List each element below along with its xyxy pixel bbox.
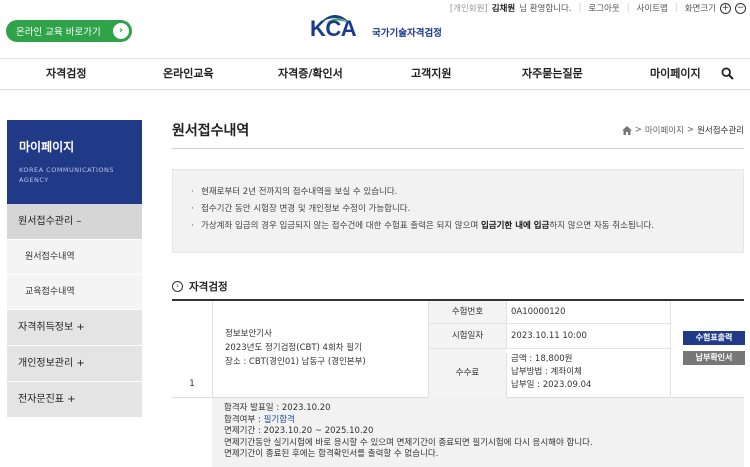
zoom-out-icon[interactable]: − [735,2,746,14]
notice-emphasis: 입금기한 내에 입금 [480,221,550,231]
sidebar-title: 마이페이지 [19,140,75,154]
sidebar-item-application-management[interactable]: 원서접수관리 – [7,204,142,240]
notice-item: 현재로부터 2년 전까지의 접수내역을 보실 수 있습니다. [189,184,727,201]
exam-date: 2023.10.11 10:00 [506,324,670,348]
row-actions: 수험표출력 납부확인서 [670,301,745,398]
breadcrumb-item-current: 원서접수관리 [697,126,744,136]
table-row: 1 정보보안기사 2023년도 정기검정(CBT) 4회차 필기 장소 : CB… [172,301,745,398]
logo-name: 국가기술자격검정 [372,28,442,39]
chevron-right-icon: › [113,23,129,39]
nav-item-customer-support[interactable]: 고객지원 [411,59,451,89]
sidebar-subtitle-line: AGENCY [19,176,49,184]
result-note: 면제기간동안 실기시험에 바로 응시할 수 있으며 면제기간이 종료되면 필기시… [224,437,593,448]
nav-item-online-education[interactable]: 온라인교육 [163,59,214,89]
chevron-circle-icon: › [172,281,183,292]
payment-receipt-button[interactable]: 납부확인서 [683,351,745,365]
online-education-label: 온라인 교육 바로가기 [16,27,101,38]
sidebar-subitem-application-history[interactable]: 원서접수내역 [7,240,142,275]
nav-item-faq[interactable]: 자주묻는질문 [522,59,583,89]
sidebar-subtitle: KOREA COMMUNICATIONS AGENCY [19,165,130,185]
divider: | [674,3,678,13]
page-title: 원서접수내역 [172,123,250,139]
exam-info: 정보보안기사 2023년도 정기검정(CBT) 4회차 필기 장소 : CBT(… [212,301,428,398]
breadcrumb-item-mypage[interactable]: 마이페이지 [645,124,684,136]
online-education-button[interactable]: 온라인 교육 바로가기 › [6,20,132,42]
notice-box: 현재로부터 2년 전까지의 접수내역을 보실 수 있습니다. 접수기간 동안 시… [172,169,744,253]
zoom-in-icon[interactable]: + [720,2,731,14]
section-title: 자격검정 [189,281,228,293]
label-exam-number: 수험번호 [428,301,506,323]
exam-place: 장소 : CBT(경인01) 남동구 (경인본부) [225,357,366,367]
result-pass: 합격여부 : 필기합격 [224,415,732,427]
nav-item-mypage[interactable]: 마이페이지 [650,59,701,89]
member-type: [개인회원] [449,4,488,14]
label-fee: 수수료 [428,349,506,398]
result-announce-date: 합격자 발표일 : 2023.10.20 [224,403,331,413]
sidebar-item-e-questionnaire[interactable]: 전자문진표 + [7,382,142,418]
main-navigation: 자격검정 온라인교육 자격증/확인서 고객지원 자주묻는질문 마이페이지 [0,58,750,90]
user-name: 김채원 [491,4,516,14]
fee-date: 납부일 : 2023.09.04 [511,380,592,390]
sidebar-subtitle-line: KOREA COMMUNICATIONS [19,166,115,174]
print-ticket-button[interactable]: 수험표출력 [683,331,745,345]
label-exam-date: 시험일자 [428,324,506,348]
greeting: 님 환영합니다. [519,4,572,14]
exam-round: 2023년도 정기검정(CBT) 4회차 필기 [225,343,362,353]
fee-info: 금액 : 18,800원 납부방법 : 계좌이체 납부일 : 2023.09.0… [506,353,670,397]
result-exempt-period: 면제기간 : 2023.10.20 ~ 2025.10.20 [224,426,374,437]
notice-text: 하지 않으면 자동 취소됩니다. [549,221,655,231]
result-note: 면제기간이 종료된 후에는 합격확인서를 출력할 수 없습니다. [224,449,439,460]
sitemap-link[interactable]: 사이트맵 [637,2,668,14]
section-heading: › 자격검정 [172,279,228,294]
breadcrumb: > 마이페이지 > 원서접수관리 [621,124,744,136]
notice-text: 가상계좌 입금의 경우 입금되지 않는 접수건에 대한 수험표 출력은 되지 않… [201,221,481,231]
breadcrumb-separator: > [634,125,642,135]
home-icon[interactable] [621,125,632,135]
notice-item: 접수기간 동안 시험장 변경 및 개인정보 수정이 가능합니다. [189,201,727,218]
exam-number: 0A10000120 [506,301,670,323]
pass-label: 합격여부 : [224,414,264,425]
notice-item: 가상계좌 입금의 경우 입금되지 않는 접수건에 대한 수험표 출력은 되지 않… [189,218,727,235]
divider: | [578,3,582,13]
row-number: 1 [189,379,195,389]
title-divider [172,148,744,149]
sidebar-subitem-education-history[interactable]: 교육접수내역 [7,275,142,310]
zoom-label: 화면크기 [684,4,716,14]
sidebar-menu: 원서접수관리 – 원서접수내역 교육접수내역 자격취득정보 + 개인정보관리 +… [7,204,142,418]
logo-text: KCA [310,16,357,41]
search-icon[interactable] [721,67,734,80]
exam-name: 정보보안기사 [225,329,272,339]
kca-logo-mark: KCA [310,10,368,42]
nav-item-certificate[interactable]: 자격증/확인서 [278,59,343,89]
fee-method: 납부방법 : 계좌이체 [511,367,582,377]
logout-link[interactable]: 로그아웃 [588,2,619,14]
nav-item-qualification-exam[interactable]: 자격검정 [46,59,86,89]
result-info: 합격자 발표일 : 2023.10.20 합격여부 : 필기합격 면제기간 : … [212,398,744,467]
breadcrumb-separator: > [686,125,695,135]
sidebar-item-personal-info[interactable]: 개인정보관리 + [7,346,142,382]
kca-logo[interactable]: KCA 국가기술자격검정 [310,10,442,42]
fee-amount: 금액 : 18,800원 [511,354,573,364]
sidebar-header: 마이페이지 KOREA COMMUNICATIONS AGENCY [7,120,142,204]
pass-status-link[interactable]: 필기합격 [264,415,295,425]
sidebar-item-acquisition-info[interactable]: 자격취득정보 + [7,310,142,346]
divider: | [626,3,630,13]
utility-bar: [개인회원] 김채원 님 환영합니다. | 로그아웃 | 사이트맵 | 화면크기… [450,2,746,14]
